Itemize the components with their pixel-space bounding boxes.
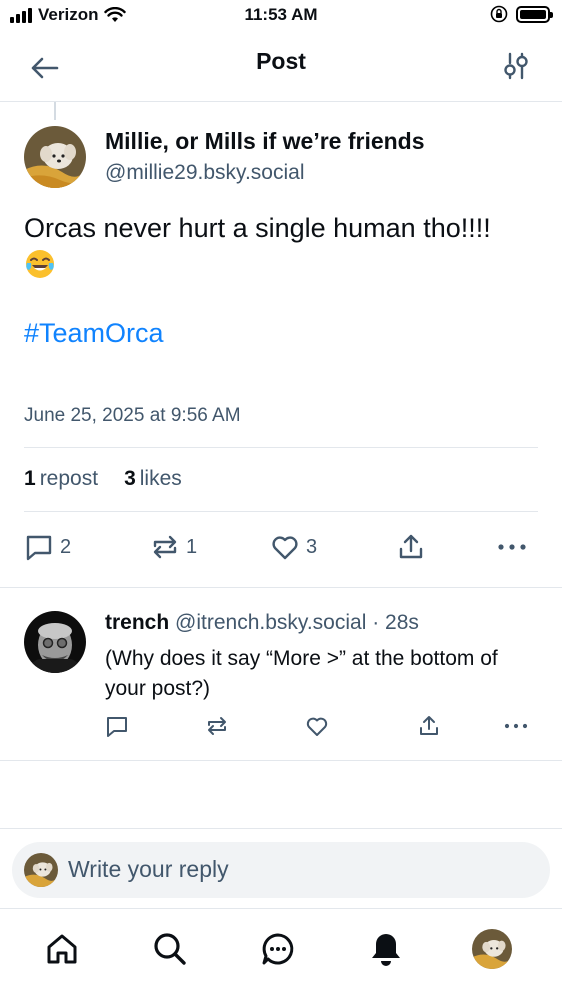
reply-more-options-button[interactable] [503,714,529,743]
sliders-icon [504,52,528,80]
thread-settings-button[interactable] [498,48,534,84]
reply-reply-button[interactable] [105,714,129,743]
reply-author-name[interactable]: trench [105,611,169,634]
reply-text: (Why does it say “More >” at the bottom … [105,647,498,700]
share-icon [399,534,423,559]
repost-count: 1 [24,467,36,490]
engagement-stats: 1 repost 3 likes [24,467,182,491]
reply-share-button[interactable] [417,714,441,743]
share-icon [420,716,438,735]
author-avatar[interactable] [24,126,86,188]
reply-author-avatar[interactable] [24,611,86,673]
reply-input[interactable] [68,856,508,883]
share-button[interactable] [396,532,426,562]
reply-action-bar [105,714,535,740]
like-stat[interactable]: 3 likes [124,467,182,491]
reply-repost-button[interactable] [205,714,229,743]
reply-author-handle[interactable]: @itrench.bsky.social [175,611,366,634]
repost-icon [208,717,226,735]
thread-connector-line [54,102,56,120]
repost-icon [153,535,177,559]
battery-icon [516,5,553,23]
nav-header: Post [0,34,562,102]
like-stat-label: likes [139,467,182,490]
post-text: Orcas never hurt a single human tho!!!! [24,213,491,243]
divider [0,828,562,829]
divider [0,587,562,588]
tab-profile[interactable] [472,929,512,969]
page-title: Post [256,48,306,74]
hashtag-link[interactable]: #TeamOrca [24,318,164,349]
search-icon [154,933,186,965]
chat-bubble-icon [262,933,294,965]
my-avatar [24,853,58,887]
repost-action-count: 1 [186,535,198,558]
profile-avatar [472,929,512,969]
reply-like-button[interactable] [305,714,329,743]
like-button[interactable]: 3 [270,532,317,562]
like-count: 3 [124,467,136,490]
more-options-button[interactable] [496,532,528,562]
reply-composer[interactable] [12,842,550,898]
face-with-tears-of-joy-icon [26,250,54,278]
tab-search[interactable] [150,929,190,969]
divider [24,511,538,512]
tab-chat[interactable] [258,929,298,969]
heart-icon [272,536,298,560]
status-time: 11:53 AM [244,5,318,24]
comment-icon [107,717,127,737]
tab-notifications[interactable] [366,929,406,969]
home-icon [47,934,77,964]
post-timestamp: June 25, 2025 at 9:56 AM [24,405,241,426]
reply-button[interactable]: 2 [24,532,71,562]
repost-stat-label: repost [39,467,99,490]
status-right [490,5,553,23]
reply-count: 2 [60,535,72,558]
bottom-tab-bar [0,908,562,1000]
author-handle[interactable]: @millie29.bsky.social [105,161,305,185]
post-body: Orcas never hurt a single human tho!!!! [24,210,544,289]
repost-button[interactable]: 1 [150,532,197,562]
more-dots-icon [504,723,528,729]
like-action-count: 3 [306,535,318,558]
tab-home[interactable] [42,929,82,969]
status-bar: Verizon 11:53 AM [0,0,562,34]
comment-icon [26,535,52,561]
author-name[interactable]: Millie, or Mills if we’re friends [105,128,425,155]
post-action-bar: 2 1 3 [24,532,538,564]
heart-icon [306,717,328,736]
repost-stat[interactable]: 1 repost [24,467,98,491]
divider [0,760,562,761]
orientation-lock-icon [490,5,508,23]
reply-header: trench @itrench.bsky.social · 28s [105,611,419,635]
reply-time: · 28s [372,611,419,634]
bell-icon [372,934,400,966]
divider [24,447,538,448]
more-dots-icon [498,544,526,550]
